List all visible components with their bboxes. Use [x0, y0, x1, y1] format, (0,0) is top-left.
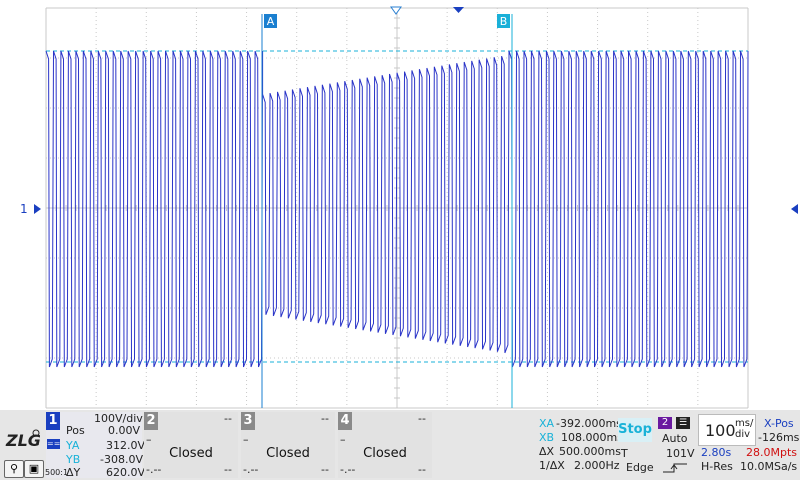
- ch3-bottom-left: -.--: [243, 463, 259, 476]
- trigger-mode: Auto: [662, 432, 688, 445]
- ch1-probe: 500:1: [45, 468, 69, 477]
- acq-mode[interactable]: H-Res: [701, 461, 733, 473]
- xa-value: -392.000ms: [556, 417, 622, 430]
- screen-icon[interactable]: ▣: [24, 460, 44, 478]
- ch1-yb-value: -308.0V: [100, 453, 143, 466]
- ch1-dy-label: ΔY: [66, 466, 81, 479]
- record-time: 2.80s: [701, 446, 732, 459]
- ch4-top-dash: --: [418, 412, 426, 425]
- ch4-bottom-dash: --: [418, 463, 426, 476]
- trigger-edge-icon: [663, 463, 687, 473]
- ch1-yb-label: YB: [66, 453, 81, 466]
- ch3-top-dash: --: [321, 412, 329, 425]
- ch3-minus-icon: –: [243, 433, 249, 446]
- ch2-bottom-dash: --: [224, 463, 232, 476]
- zoom-icon[interactable]: ⚲: [4, 460, 24, 478]
- timebase-value: 100: [705, 421, 736, 440]
- ch4-number: 4: [338, 412, 352, 430]
- ch2-panel[interactable]: 2 -- – Closed -.-- --: [144, 412, 238, 478]
- ch4-status: Closed: [363, 446, 407, 461]
- scope-display[interactable]: A B 1: [0, 0, 800, 410]
- trigger-panel[interactable]: 2 ☰ Auto T 101V Edge: [618, 414, 696, 476]
- ch3-number: 3: [241, 412, 255, 430]
- timebase-box[interactable]: 100 ms/ div: [698, 414, 756, 446]
- ch4-minus-icon: –: [340, 433, 346, 446]
- cursor-b-label: B: [500, 15, 508, 28]
- ch1-number: 1: [46, 412, 60, 430]
- trigger-t-label: T: [621, 447, 628, 460]
- zlg-logo-icon: ZLG: [5, 429, 40, 450]
- menu-icon[interactable]: ==: [47, 439, 60, 449]
- sample-rate: 10.0MSa/s: [740, 460, 798, 473]
- ch1-panel[interactable]: 1 100V/div Pos 0.00V == YA 312.0V YB -30…: [45, 412, 146, 479]
- trigger-level: 101V: [666, 447, 695, 460]
- xpos-value[interactable]: -126ms: [758, 432, 799, 444]
- xb-label: XB: [539, 431, 555, 444]
- ch2-number: 2: [144, 412, 158, 430]
- ch4-panel[interactable]: 4 -- – Closed -.-- --: [338, 412, 432, 478]
- inv-dx-value: 2.000Hz: [574, 459, 620, 472]
- ch1-marker-label: 1: [20, 202, 28, 216]
- ch2-status: Closed: [169, 446, 213, 461]
- timebase-unit-bottom: div: [735, 429, 751, 440]
- trigger-type: Edge: [626, 461, 654, 474]
- ch4-bottom-left: -.--: [340, 463, 356, 476]
- record-points: 28.0Mpts: [746, 446, 798, 459]
- ch1-dy-value: 620.0V: [106, 466, 146, 479]
- trigger-menu-icon[interactable]: ☰: [676, 417, 690, 429]
- ch1-ya-value: 312.0V: [106, 439, 146, 452]
- ch3-panel[interactable]: 3 -- – Closed -.-- --: [241, 412, 335, 478]
- svg-text:ZLG: ZLG: [5, 431, 40, 450]
- ch1-pos-value: 0.00V: [108, 424, 141, 437]
- cursor-a-label: A: [267, 15, 275, 28]
- ch3-bottom-dash: --: [321, 463, 329, 476]
- ch1-ya-label: YA: [66, 439, 80, 452]
- ch1-pos-label: Pos: [66, 424, 85, 437]
- ch3-status: Closed: [266, 446, 310, 461]
- xpos-label: X-Pos: [764, 417, 794, 430]
- timebase-unit-top: ms/: [735, 418, 754, 429]
- ch2-minus-icon: –: [146, 433, 152, 446]
- inv-dx-label: 1/ΔX: [539, 459, 565, 472]
- ch2-bottom-left: -.--: [146, 463, 162, 476]
- xb-value: 108.000ms: [561, 431, 623, 444]
- waveform-screen[interactable]: A B 1: [0, 0, 800, 410]
- trigger-source: 2: [658, 417, 672, 429]
- ch2-top-dash: --: [224, 412, 232, 425]
- cursor-readout[interactable]: XA -392.000ms XB 108.000ms ΔX 500.000ms …: [536, 414, 623, 476]
- dx-value: 500.000ms: [559, 445, 621, 458]
- xa-label: XA: [539, 417, 555, 430]
- dx-label: ΔX: [539, 445, 555, 458]
